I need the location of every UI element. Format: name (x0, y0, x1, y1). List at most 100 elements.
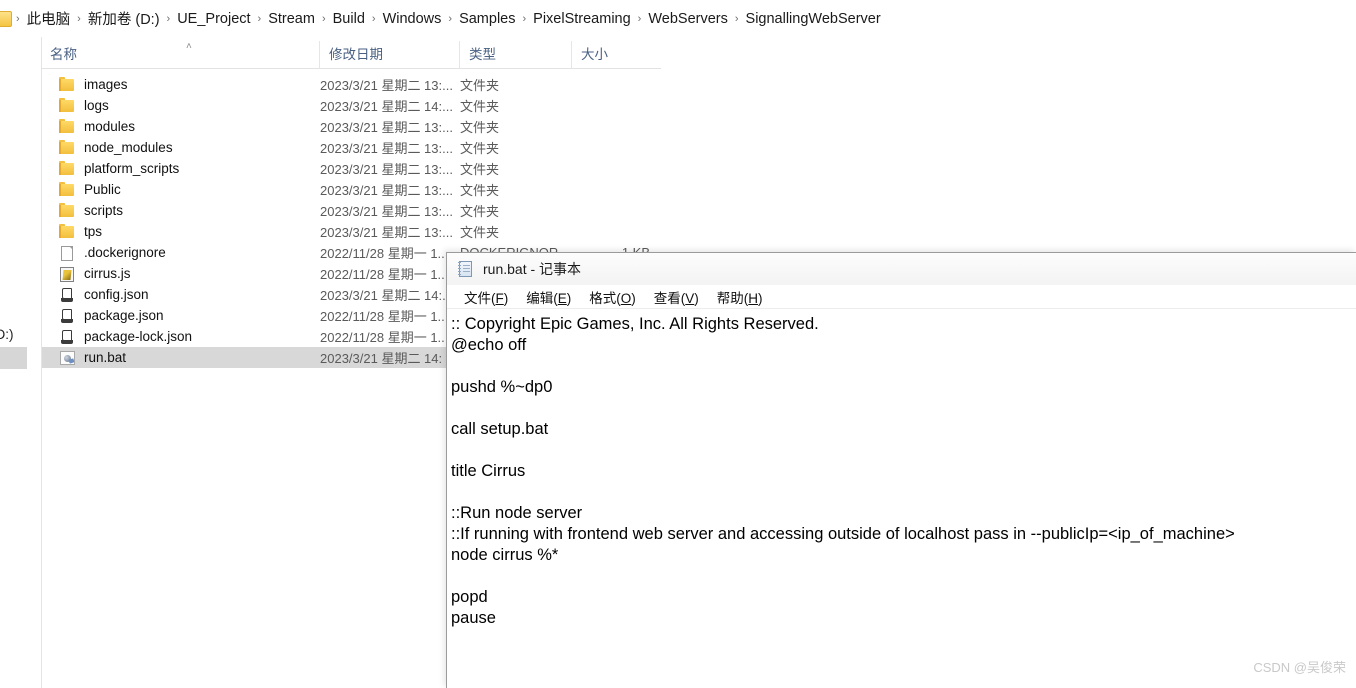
file-name-label: cirrus.js (84, 266, 131, 281)
notepad-text-line: :: Copyright Epic Games, Inc. All Rights… (451, 315, 819, 333)
file-row[interactable]: scripts 2023/3/21 星期二 13:... 文件夹 (42, 200, 660, 221)
file-row[interactable]: node_modules 2023/3/21 星期二 13:... 文件夹 (42, 137, 660, 158)
column-header-row: 名称 ˄ 修改日期 类型 大小 (41, 41, 661, 69)
file-name-cell: package.json (42, 308, 320, 324)
notepad-menu-item[interactable]: 文件(F) (455, 285, 517, 309)
notepad-icon (457, 260, 474, 278)
breadcrumb-separator: › (522, 12, 527, 25)
notepad-text-line: pause (451, 609, 496, 627)
file-date-cell: 2022/11/28 星期一 1.. (320, 330, 445, 345)
file-name-label: config.json (84, 287, 149, 302)
folder-icon (59, 181, 75, 198)
bat-file-icon (59, 350, 75, 366)
file-name-label: package-lock.json (84, 329, 193, 344)
notepad-text-line (451, 356, 1356, 377)
file-name-cell: package-lock.json (42, 329, 320, 345)
folder-icon (59, 76, 75, 93)
column-header-name-label: 名称 (50, 47, 77, 62)
folder-icon (0, 10, 12, 27)
document-icon (59, 245, 75, 261)
file-date-cell: 2022/11/28 星期一 1.. (320, 309, 445, 324)
folder-icon (59, 118, 75, 135)
notepad-text-line: @echo off (451, 336, 527, 354)
file-date-cell: 2023/3/21 星期二 14:... (320, 99, 453, 114)
file-name-cell: tps (42, 223, 320, 240)
notepad-text-area[interactable]: :: Copyright Epic Games, Inc. All Rights… (447, 310, 1356, 688)
file-date-cell: 2023/3/21 星期二 13:... (320, 141, 453, 156)
notepad-menu-item[interactable]: 查看(V) (645, 285, 708, 309)
file-row[interactable]: Public 2023/3/21 星期二 13:... 文件夹 (42, 179, 660, 200)
column-header-type[interactable]: 类型 (459, 41, 571, 69)
file-name-label: package.json (84, 308, 164, 323)
folder-icon (59, 160, 75, 177)
breadcrumb-separator: › (16, 12, 20, 25)
notepad-menu-item[interactable]: 格式(O) (580, 285, 645, 309)
file-name-cell: .dockerignore (42, 245, 320, 261)
file-type-cell: 文件夹 (460, 204, 500, 219)
file-type-cell: 文件夹 (460, 120, 500, 135)
file-name-label: modules (84, 119, 136, 134)
notepad-menu-item[interactable]: 帮助(H) (708, 285, 772, 309)
file-type-cell: 文件夹 (460, 183, 500, 198)
file-name-label: scripts (84, 203, 124, 218)
file-date-cell: 2023/3/21 星期二 13:... (320, 78, 453, 93)
file-name-cell: scripts (42, 202, 320, 219)
watermark: CSDN @吴俊荣 (1253, 660, 1346, 675)
file-row[interactable]: platform_scripts 2023/3/21 星期二 13:... 文件夹 (42, 158, 660, 179)
column-header-name[interactable]: 名称 ˄ (41, 41, 319, 69)
file-date-cell: 2022/11/28 星期一 1.. (320, 246, 445, 261)
breadcrumb-item-0[interactable]: 此电脑 (22, 6, 76, 31)
json-file-icon (59, 329, 75, 345)
json-file-icon (59, 287, 75, 303)
nav-pane-item-selected[interactable] (0, 347, 27, 369)
file-name-cell: modules (42, 118, 320, 135)
notepad-menu-item[interactable]: 编辑(E) (517, 285, 580, 309)
notepad-text-line: title Cirrus (451, 462, 526, 480)
folder-icon (59, 97, 75, 114)
breadcrumb-item-4[interactable]: Build (328, 9, 370, 29)
address-bar[interactable]: › 此电脑 › 新加卷 (D:) › UE_Project › Stream ›… (0, 0, 1356, 37)
notepad-title: run.bat - 记事本 (483, 261, 582, 277)
column-header-type-label: 类型 (469, 47, 496, 62)
file-name-label: run.bat (84, 350, 127, 365)
notepad-text-line: ::Run node server (451, 504, 583, 522)
column-header-date[interactable]: 修改日期 (319, 41, 459, 69)
breadcrumb-item-5[interactable]: Windows (378, 9, 447, 29)
notepad-window[interactable]: run.bat - 记事本 文件(F) 编辑(E) 格式(O) 查看(V) 帮助(H) … (446, 252, 1356, 688)
notepad-text-line (451, 566, 1356, 587)
file-name-label: .dockerignore (84, 245, 166, 260)
file-row[interactable]: images 2023/3/21 星期二 13:... 文件夹 (42, 74, 660, 95)
file-name-label: platform_scripts (84, 161, 180, 176)
file-name-label: tps (84, 224, 103, 239)
breadcrumb-item-7[interactable]: PixelStreaming (528, 9, 636, 29)
file-name-label: images (84, 77, 128, 92)
file-date-cell: 2023/3/21 星期二 13:... (320, 204, 453, 219)
file-type-cell: 文件夹 (460, 141, 500, 156)
column-header-size[interactable]: 大小 (571, 41, 661, 69)
notepad-menu-bar[interactable]: 文件(F) 编辑(E) 格式(O) 查看(V) 帮助(H) (447, 285, 1356, 309)
file-row[interactable]: tps 2023/3/21 星期二 13:... 文件夹 (42, 221, 660, 242)
file-row[interactable]: logs 2023/3/21 星期二 14:... 文件夹 (42, 95, 660, 116)
file-name-cell: Public (42, 181, 320, 198)
file-name-cell: node_modules (42, 139, 320, 156)
breadcrumb-separator: › (77, 12, 81, 25)
breadcrumb-item-6[interactable]: Samples (454, 9, 520, 29)
file-name-label: Public (84, 182, 121, 197)
file-date-cell: 2023/3/21 星期二 13:... (320, 120, 453, 135)
notepad-text-line: popd (451, 588, 488, 606)
notepad-title-bar[interactable]: run.bat - 记事本 (447, 253, 1356, 285)
nav-pane-item-drive[interactable]: (D:) (0, 322, 27, 347)
file-name-cell: run.bat (42, 350, 320, 366)
breadcrumb-separator: › (734, 12, 739, 25)
breadcrumb-item-2[interactable]: UE_Project (172, 9, 255, 29)
file-row[interactable]: modules 2023/3/21 星期二 13:... 文件夹 (42, 116, 660, 137)
folder-icon (59, 139, 75, 156)
file-date-cell: 2022/11/28 星期一 1.. (320, 267, 445, 282)
column-header-date-label: 修改日期 (329, 47, 383, 62)
file-type-cell: 文件夹 (460, 78, 500, 93)
notepad-text-line: pushd %~dp0 (451, 378, 553, 396)
breadcrumb-item-9[interactable]: SignallingWebServer (741, 9, 886, 29)
breadcrumb-item-1[interactable]: 新加卷 (D:) (83, 6, 165, 31)
breadcrumb-item-3[interactable]: Stream (263, 9, 320, 29)
breadcrumb-item-8[interactable]: WebServers (643, 9, 733, 29)
